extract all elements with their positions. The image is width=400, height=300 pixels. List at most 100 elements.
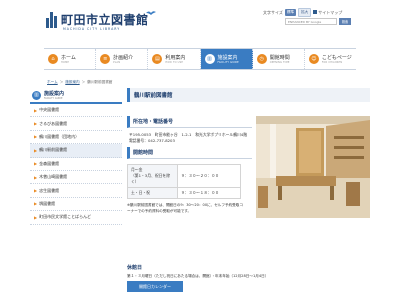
sidebar-header: ▥ 施設案内 FACILITY GUIDE (30, 88, 122, 104)
sitemap-link[interactable]: サイトマップ (313, 9, 343, 16)
site-header: 町田市立図書館 MACHIDA CITY LIBRARY 文字サイズ 標準 拡大… (0, 0, 400, 42)
building-icon: ▥ (204, 54, 215, 64)
nav-label: ホーム (61, 55, 76, 61)
nav-home[interactable]: ⌂ ホーム HOME (44, 49, 97, 69)
hours-time: ９：３０～１８：００ (177, 187, 241, 199)
page-title: 鶴川駅前図書館 (127, 88, 370, 102)
sidebar-item-label: 木曽山崎図書館 (39, 174, 68, 180)
breadcrumb-current: 鶴川駅前図書館 (87, 80, 113, 84)
logo-icon (46, 12, 58, 28)
document-icon: ≡ (100, 54, 111, 64)
chevron-right-icon: ▶ (34, 107, 38, 113)
book-icon: ▤ (152, 54, 163, 64)
bird-icon (146, 11, 156, 15)
sitemap-label: サイトマップ (318, 9, 343, 15)
utility-bar: 文字サイズ 標準 拡大 サイトマップ (263, 8, 342, 17)
hours-heading: 開館時間 (127, 147, 252, 159)
home-icon: ⌂ (48, 54, 58, 64)
clock-icon: ◷ (256, 54, 267, 64)
nav-sub: HOW TO USE (165, 61, 184, 64)
hours-day: 月～金 （第1・3月、祝日を除く） (127, 164, 178, 188)
breadcrumb-separator: ＞ (59, 80, 64, 84)
chevron-right-icon: ▶ (34, 174, 38, 180)
nav-how-to-use[interactable]: ▤ 利用案内 HOW TO USE (148, 49, 201, 69)
font-size-label: 文字サイズ (263, 9, 283, 15)
breadcrumb-facility[interactable]: 施設案内 (65, 80, 79, 85)
main-content: 鶴川駅前図書館 所在地・電話番号 〒195-0053 町田市能ヶ谷 1-2-1 … (127, 88, 370, 218)
nav-label: 開館時間 (269, 55, 290, 61)
sidebar-item-tadao[interactable]: ▶ 忠生図書館 (30, 184, 122, 198)
sidebar-item-label: 金森図書館 (39, 160, 60, 166)
hours-day: 土・日・祝 (127, 187, 178, 199)
address-block: 〒195-0053 町田市能ヶ谷 1-2-1 和光大学ポプリホール鶴川4階 電話… (127, 128, 252, 147)
font-size-standard-button[interactable]: 標準 (284, 9, 297, 16)
sidebar-item-central[interactable]: ▶ 中央図書館 (30, 104, 122, 118)
search-input[interactable]: ENHANCED BY Google (285, 18, 337, 25)
nav-label: こどもページ (321, 55, 352, 61)
child-icon: ☺ (308, 54, 319, 64)
nav-sub: PLAN (113, 61, 121, 64)
nav-sub: FOR CHILDREN (321, 61, 343, 64)
sidebar-item-kisoyamazaki[interactable]: ▶ 木曽山崎図書館 (30, 171, 122, 185)
breadcrumb: ホーム ＞ 施設案内 ＞ 鶴川駅前図書館 (47, 80, 112, 85)
chevron-right-icon: ▶ (34, 214, 38, 220)
calendar-button[interactable]: 開館日カレンダー (127, 281, 183, 292)
nav-label: 利用案内 (165, 55, 186, 61)
sidebar-title: 施設案内 (44, 91, 65, 97)
nav-label: 施設案内 (217, 55, 238, 61)
sidebar-item-label: 堺図書館 (39, 200, 56, 206)
chevron-right-icon: ▶ (34, 201, 38, 207)
sidebar-subtitle: FACILITY GUIDE (44, 97, 63, 100)
sidebar-item-label: 忠生図書館 (39, 187, 60, 193)
nav-label: 計画紹介 (113, 55, 134, 61)
chevron-right-icon: ▶ (34, 134, 38, 140)
site-title: 町田市立図書館 (61, 12, 149, 27)
site-logo[interactable]: 町田市立図書館 MACHIDA CITY LIBRARY (46, 12, 149, 31)
holiday-section: 休館日 第１・３月曜日（ただし祝日にあたる場合は、開館）・年末年始（12月28日… (127, 264, 370, 279)
location-heading: 所在地・電話番号 (127, 116, 252, 128)
sidebar-item-sakai[interactable]: ▶ 堺図書館 (30, 198, 122, 212)
global-nav: ⌂ ホーム HOME ≡ 計画紹介 PLAN ▤ 利用案内 HOW TO USE ▥ … (44, 48, 357, 70)
sidebar-item-label: 中央図書館 (39, 107, 60, 113)
breadcrumb-separator: ＞ (81, 80, 86, 84)
holiday-heading: 休館日 (127, 265, 143, 271)
sidebar: ▥ 施設案内 FACILITY GUIDE ▶ 中央図書館 ▶ さるびあ図書館 ▶ 鶴川… (30, 88, 122, 225)
nav-sub: HOME (61, 61, 70, 64)
nav-opening-time[interactable]: ◷ 開館時間 OPENING TIME (252, 49, 305, 69)
sidebar-item-kotobaland[interactable]: ▶ 町田市民文学館ことばらんど (30, 211, 122, 225)
sidebar-item-tsurukawa-ekimae[interactable]: ▶ 鶴川駅前図書館 (30, 144, 122, 158)
hours-table: 月～金 （第1・3月、祝日を除く） ９：３０～２０：００ 土・日・祝 ９：３０～… (127, 164, 241, 199)
nav-for-children[interactable]: ☺ こどもページ FOR CHILDREN (304, 49, 357, 69)
holiday-text: 第１・３月曜日（ただし祝日にあたる場合は、開館）・年末年始（12月28日～1月4… (127, 274, 269, 278)
site-subtitle: MACHIDA CITY LIBRARY (63, 27, 121, 31)
library-interior-image (256, 116, 370, 218)
sidebar-item-label: 鶴川駅前図書館 (39, 147, 68, 153)
content-columns: 所在地・電話番号 〒195-0053 町田市能ヶ谷 1-2-1 和光大学ポプリホ… (127, 116, 370, 218)
phone-text: 電話番号：042-737-8203 (129, 137, 175, 143)
sidebar-item-label: 鶴川図書館（団地内） (39, 133, 80, 139)
sidebar-item-label: さるびあ図書館 (39, 120, 68, 126)
search-button[interactable]: 検索 (339, 18, 351, 25)
table-row: 月～金 （第1・3月、祝日を除く） ９：３０～２０：００ (127, 164, 241, 188)
sidebar-item-kanamori[interactable]: ▶ 金森図書館 (30, 158, 122, 171)
breadcrumb-home[interactable]: ホーム (47, 80, 58, 85)
nav-facility-guide[interactable]: ▥ 施設案内 FACILITY GUIDE (200, 49, 253, 69)
library-photo (256, 116, 370, 218)
nav-sub: FACILITY GUIDE (217, 61, 239, 64)
nav-sub: OPENING TIME (269, 61, 290, 64)
address-text: 〒195-0053 町田市能ヶ谷 1-2-1 和光大学ポプリホール鶴川4階 (129, 132, 248, 137)
chevron-right-icon: ▶ (34, 147, 38, 153)
table-row: 土・日・祝 ９：３０～１８：００ (127, 187, 241, 199)
building-icon: ▥ (32, 90, 41, 100)
sidebar-item-tsurukawa[interactable]: ▶ 鶴川図書館（団地内） (30, 131, 122, 145)
nav-plan[interactable]: ≡ 計画紹介 PLAN (96, 49, 149, 69)
sidebar-item-salvia[interactable]: ▶ さるびあ図書館 (30, 117, 122, 131)
chevron-right-icon: ▶ (34, 121, 38, 127)
chevron-right-icon: ▶ (34, 188, 38, 194)
sidebar-item-label: 町田市民文学館ことばらんど (39, 214, 91, 220)
font-size-large-button[interactable]: 拡大 (298, 8, 312, 17)
chevron-right-icon: ▶ (34, 161, 38, 167)
info-column: 所在地・電話番号 〒195-0053 町田市能ヶ谷 1-2-1 和光大学ポプリホ… (127, 116, 252, 218)
hours-note: ※鶴川駅前図書館では、開館日の9：30～20：00に、セルフ予約受取コーナーでの… (127, 203, 243, 213)
site-search: ENHANCED BY Google 検索 (285, 18, 351, 25)
